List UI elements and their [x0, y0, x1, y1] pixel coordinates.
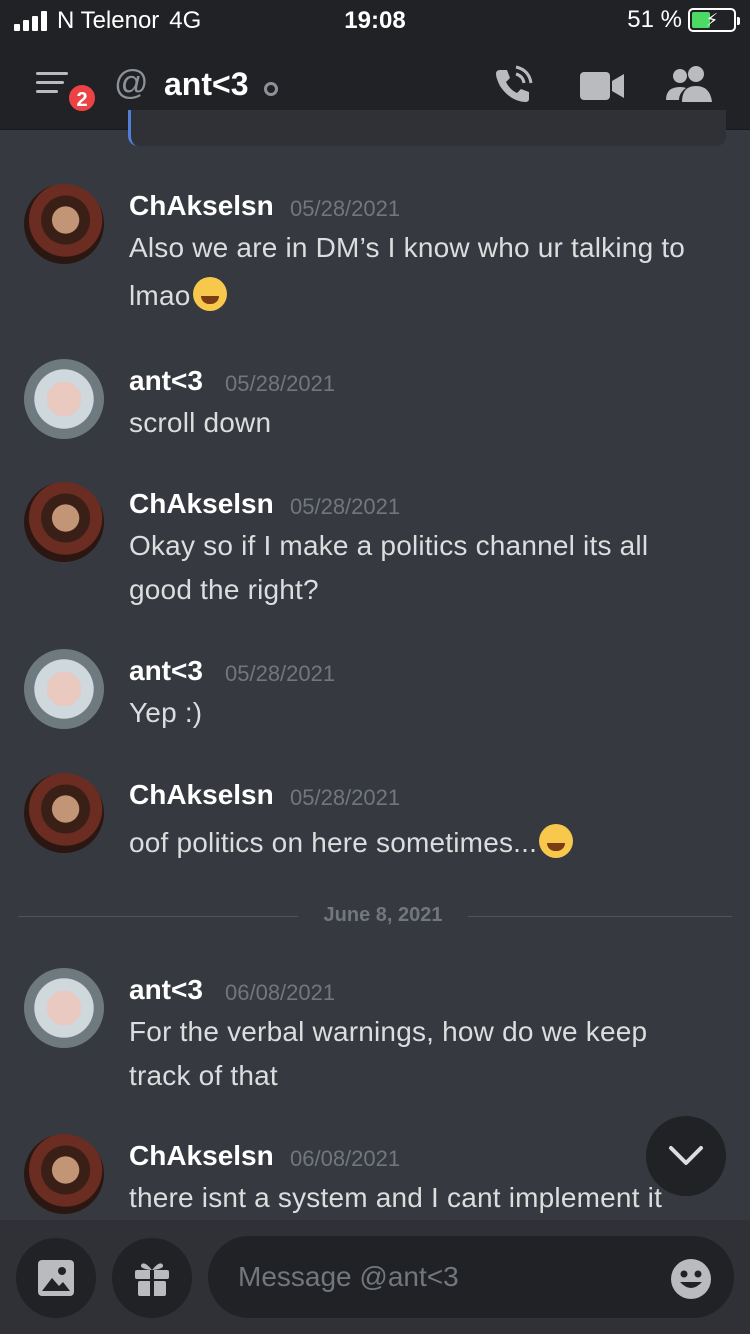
avatar[interactable] [24, 359, 104, 439]
notification-badge: 2 [66, 82, 98, 114]
menu-icon-line [36, 81, 64, 84]
joy-emoji-icon [192, 277, 227, 311]
attach-image-button[interactable] [16, 1238, 96, 1318]
message-author[interactable]: ant<3 [129, 974, 203, 1006]
message-timestamp: 06/08/2021 [290, 1146, 401, 1171]
message-line: track of that [129, 1060, 278, 1091]
image-icon [38, 1260, 74, 1296]
message-author[interactable]: ant<3 [129, 365, 203, 397]
message-content: For the verbal warnings, how do we keep … [129, 1010, 729, 1098]
message-content: there isnt a system and I cant implement… [129, 1176, 729, 1220]
charging-bolt-icon: ⚡ [705, 10, 719, 30]
date-divider: June 8, 2021 [18, 904, 732, 928]
message-author[interactable]: ChAkselsn [129, 190, 274, 222]
avatar[interactable] [24, 482, 104, 562]
message-content: oof politics on here sometimes... [129, 821, 729, 865]
message-author[interactable]: ChAkselsn [129, 488, 274, 520]
message-timestamp: 05/28/2021 [225, 371, 336, 396]
message-line: Yep :) [129, 697, 203, 728]
channel-title: ant<3 [164, 66, 249, 102]
composer-bar [0, 1220, 750, 1334]
members-icon[interactable] [666, 64, 714, 104]
avatar[interactable] [24, 1134, 104, 1214]
battery-percent: 51 % [627, 6, 682, 33]
previous-embed-stub [128, 110, 726, 146]
jump-to-present-button[interactable] [646, 1116, 726, 1196]
message-content: Okay so if I make a politics channel its… [129, 524, 729, 612]
battery-icon: ⚡ [688, 8, 740, 32]
message-line: lmao [129, 280, 191, 311]
message-content: Also we are in DM’s I know who ur talkin… [129, 226, 729, 318]
menu-icon-line [36, 90, 58, 93]
message-line: there isnt a system and I cant implement… [129, 1182, 663, 1213]
offline-status-icon [264, 82, 278, 96]
message-line: Also we are in DM’s I know who ur talkin… [129, 232, 686, 263]
message-line: Okay so if I make a politics channel its… [129, 530, 649, 561]
menu-button[interactable] [36, 72, 68, 98]
message-line: scroll down [129, 407, 272, 438]
gift-icon [135, 1263, 169, 1296]
avatar[interactable] [24, 968, 104, 1048]
message-timestamp: 05/28/2021 [290, 785, 401, 810]
message-timestamp: 05/28/2021 [225, 661, 336, 686]
message-line: For the verbal warnings, how do we keep [129, 1016, 648, 1047]
emoji-icon[interactable] [670, 1258, 712, 1300]
chevron-down-icon [669, 1146, 703, 1165]
joy-emoji-icon [539, 824, 574, 858]
video-icon[interactable] [580, 70, 624, 102]
message-timestamp: 06/08/2021 [225, 980, 336, 1005]
gift-button[interactable] [112, 1238, 192, 1318]
message-line-wrap: lmao [129, 274, 729, 318]
call-icon[interactable] [492, 64, 534, 106]
message-content: Yep :) [129, 691, 729, 735]
avatar[interactable] [24, 184, 104, 264]
message-timestamp: 05/28/2021 [290, 196, 401, 221]
date-divider-label: June 8, 2021 [298, 904, 468, 927]
message-input[interactable] [208, 1236, 734, 1318]
at-icon: @ [114, 64, 149, 102]
message-timestamp: 05/28/2021 [290, 494, 401, 519]
message-line: oof politics on here sometimes... [129, 827, 538, 858]
status-bar: N Telenor 4G 19:08 51 % ⚡ [0, 0, 750, 42]
menu-icon-line [36, 72, 68, 75]
message-line-wrap: oof politics on here sometimes... [129, 821, 729, 865]
status-right: 51 % ⚡ [627, 6, 740, 34]
avatar[interactable] [24, 773, 104, 853]
message-line: good the right? [129, 574, 319, 605]
message-content: scroll down [129, 401, 729, 445]
message-author[interactable]: ChAkselsn [129, 779, 274, 811]
message-author[interactable]: ant<3 [129, 655, 203, 687]
battery-tip [737, 17, 740, 25]
avatar[interactable] [24, 649, 104, 729]
message-author[interactable]: ChAkselsn [129, 1140, 274, 1172]
